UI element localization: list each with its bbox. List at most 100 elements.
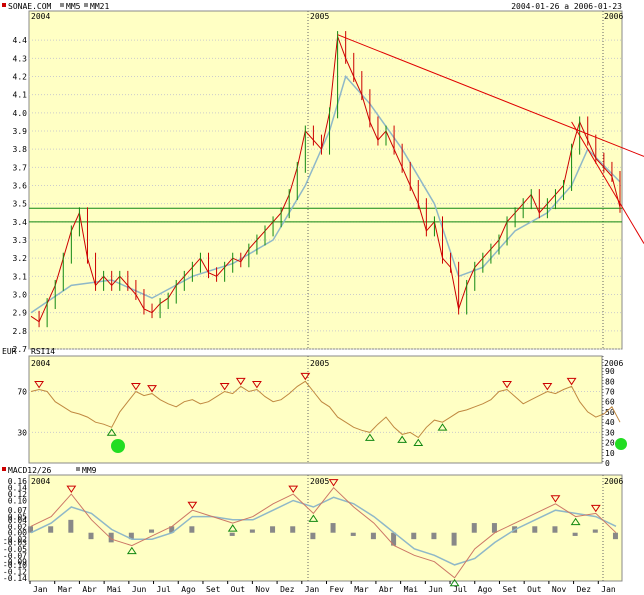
price-y-tick: 3.0 xyxy=(13,291,28,300)
x-axis-tick: Abr xyxy=(82,585,97,594)
x-axis-tick: Abr xyxy=(379,585,394,594)
macd-histogram-bar xyxy=(592,529,598,533)
macd-histogram-bar xyxy=(431,532,437,540)
price-y-tick: 4.4 xyxy=(13,36,28,45)
macd-histogram-bar xyxy=(270,526,276,533)
price-y-tick: 3.2 xyxy=(13,254,28,263)
price-y-tick: 4.3 xyxy=(13,54,28,63)
rsi-year-2005: 2005 xyxy=(310,359,329,368)
rsi-title: RSI14 xyxy=(31,347,55,356)
price-y-tick: 3.9 xyxy=(13,127,28,136)
x-axis-tick: Jul xyxy=(453,585,468,594)
legend-price: SONAE.COM xyxy=(8,2,52,11)
rsi-y-tick: 80 xyxy=(605,377,615,386)
macd-histogram-bar xyxy=(491,523,497,533)
price-panel: 4.4 4.3 4.2 4.1 4.0 3.9 3.8 3.7 3.6 3.5 3.4 3.3 3.2 3… xyxy=(13,10,644,354)
macd-histogram-bar xyxy=(229,532,235,536)
x-axis-tick: Ago xyxy=(478,585,493,594)
price-panel-background xyxy=(28,10,623,350)
macd-y-axis: 0.160.140.120.100.070.050.040.020.00-0.0… xyxy=(3,477,27,583)
macd-legend-swatch xyxy=(2,467,6,471)
macd-title: MACD12/26 xyxy=(8,466,52,475)
x-axis-tick: Jan xyxy=(33,585,48,594)
stock-chart: SONAE.COM MM5 MM21 2004-01-26 a 2006-01-… xyxy=(2,2,644,594)
macd-histogram-bar xyxy=(68,519,74,533)
legend-mm21: MM21 xyxy=(90,2,109,11)
x-axis-tick: Mar xyxy=(354,585,369,594)
rsi-left-tick: 70 xyxy=(17,388,27,397)
price-y-tick: 2.9 xyxy=(13,309,28,318)
price-y-tick: 3.7 xyxy=(13,163,28,172)
x-axis-tick: Mai xyxy=(107,585,122,594)
macd-histogram-bar xyxy=(48,526,54,533)
price-y-tick: 3.8 xyxy=(13,145,28,154)
x-axis-tick: Fev xyxy=(330,585,345,594)
rsi-left-tick: 30 xyxy=(17,428,27,437)
x-axis-tick: Out xyxy=(231,585,246,594)
price-y-axis: 4.4 4.3 4.2 4.1 4.0 3.9 3.8 3.7 3.6 3.5 3.4 3.3 3.2 3… xyxy=(13,36,28,354)
x-axis-tick: Mar xyxy=(58,585,73,594)
macd-legend-mm9: MM9 xyxy=(82,466,97,475)
macd-histogram-bar xyxy=(189,526,195,533)
year-label-2006: 2006 xyxy=(604,12,623,21)
macd-histogram-bar xyxy=(310,532,316,540)
x-axis-tick: Set xyxy=(206,585,221,594)
macd-histogram-bar xyxy=(330,523,336,533)
rsi-oversold-dot xyxy=(111,439,125,453)
macd-histogram-bar xyxy=(471,523,477,533)
price-y-tick: 4.2 xyxy=(13,73,28,82)
legend-swatch-price xyxy=(2,3,6,7)
x-axis-tick: Jul xyxy=(157,585,172,594)
rsi-oversold-dot-right xyxy=(615,438,627,450)
price-y-tick: 4.1 xyxy=(13,91,28,100)
macd-histogram-bar xyxy=(290,526,296,533)
macd-y-tick: 0.10 xyxy=(8,497,27,506)
rsi-y-tick: 90 xyxy=(605,367,615,376)
price-y-tick: 3.5 xyxy=(13,200,28,209)
date-range: 2004-01-26 a 2006-01-23 xyxy=(511,2,622,11)
chart-header: SONAE.COM MM5 MM21 2004-01-26 a 2006-01-… xyxy=(2,2,622,11)
x-axis-tick: Out xyxy=(527,585,542,594)
x-axis-tick: Jan xyxy=(305,585,320,594)
macd-histogram-bar xyxy=(249,529,255,533)
macd-year-2006: 2006 xyxy=(604,477,623,486)
x-axis-tick: Jan xyxy=(601,585,616,594)
x-axis: Jan Mar Abr Mai Jun Jul Ago Set Out Nov Dez Jan Fev M… xyxy=(29,581,616,594)
rsi-y-tick: 70 xyxy=(605,388,615,397)
price-y-tick: 4.0 xyxy=(13,109,28,118)
x-axis-tick: Ago xyxy=(181,585,196,594)
rsi-panel: EUR RSI14 2004 2005 2006 908070605040302… xyxy=(2,347,627,468)
rsi-y-tick: 40 xyxy=(605,418,615,427)
x-axis-tick: Nov xyxy=(552,585,567,594)
price-y-tick: 3.4 xyxy=(13,218,28,227)
price-y-tick: 3.1 xyxy=(13,272,28,281)
macd-histogram-bar xyxy=(411,532,417,540)
x-axis-tick: Dez xyxy=(577,585,592,594)
year-label-2005: 2005 xyxy=(310,12,329,21)
macd-panel: MACD12/26 MM9 2004 2005 2006 0.160.140.1… xyxy=(2,466,623,587)
macd-year-2005: 2005 xyxy=(310,477,329,486)
rsi-y-tick: 30 xyxy=(605,428,615,437)
rsi-y-tick: 10 xyxy=(605,449,615,458)
x-axis-tick: Jun xyxy=(132,585,147,594)
x-axis-tick: Mai xyxy=(404,585,419,594)
macd-y-tick: -0.14 xyxy=(3,574,27,583)
price-y-tick: 2.8 xyxy=(13,327,28,336)
rsi-y-tick: 20 xyxy=(605,439,615,448)
rsi-year-2004: 2004 xyxy=(31,359,50,368)
x-axis-tick: Set xyxy=(502,585,517,594)
macd-histogram-bar xyxy=(88,532,94,540)
macd-histogram-bar xyxy=(149,529,155,533)
legend-swatch-mm21 xyxy=(84,3,88,7)
price-y-tick: 3.3 xyxy=(13,236,28,245)
macd-histogram-bar xyxy=(612,532,618,540)
macd-histogram-bar xyxy=(552,526,558,533)
x-axis-tick: Nov xyxy=(255,585,270,594)
macd-year-2004: 2004 xyxy=(31,477,50,486)
rsi-unit-label: EUR xyxy=(2,347,17,356)
macd-histogram-bar xyxy=(350,532,356,536)
macd-histogram-bar xyxy=(451,532,457,546)
macd-histogram-bar xyxy=(532,526,538,533)
x-axis-tick: Jun xyxy=(428,585,443,594)
macd-legend-swatch-mm9 xyxy=(76,467,80,471)
